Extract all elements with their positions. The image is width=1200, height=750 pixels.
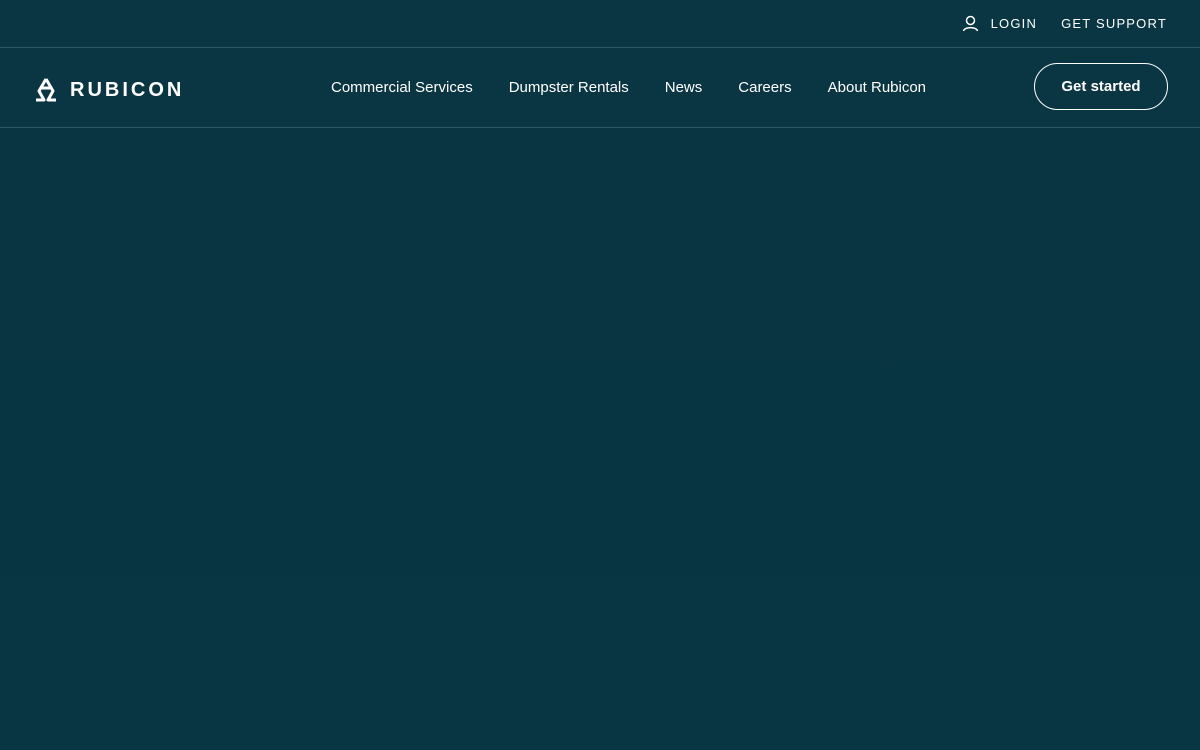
nav-item-careers[interactable]: Careers [738,79,791,96]
get-support-label: GET SUPPORT [1061,16,1167,31]
nav-item-about-rubicon[interactable]: About Rubicon [828,79,926,96]
rubicon-logo-mark-icon [32,76,60,104]
login-link[interactable]: LOGIN [962,15,1037,32]
site-header: LOGIN GET SUPPORT RUBICON Commercial Ser… [0,0,1200,128]
utility-links: LOGIN GET SUPPORT [962,0,1167,47]
rubicon-logo[interactable]: RUBICON [32,76,184,104]
login-label: LOGIN [990,16,1038,31]
main-nav: RUBICON Commercial Services Dumpster Ren… [0,48,1200,128]
nav-item-news[interactable]: News [665,79,703,96]
user-icon [962,15,979,32]
get-support-link[interactable]: GET SUPPORT [1061,16,1167,31]
nav-item-commercial-services[interactable]: Commercial Services [331,79,473,96]
primary-nav-links: Commercial Services Dumpster Rentals New… [331,48,926,127]
utility-bar: LOGIN GET SUPPORT [0,0,1200,48]
brand-name: RUBICON [70,78,185,101]
nav-item-dumpster-rentals[interactable]: Dumpster Rentals [509,79,629,96]
get-started-button[interactable]: Get started [1034,63,1168,110]
hero-section [0,128,1200,750]
